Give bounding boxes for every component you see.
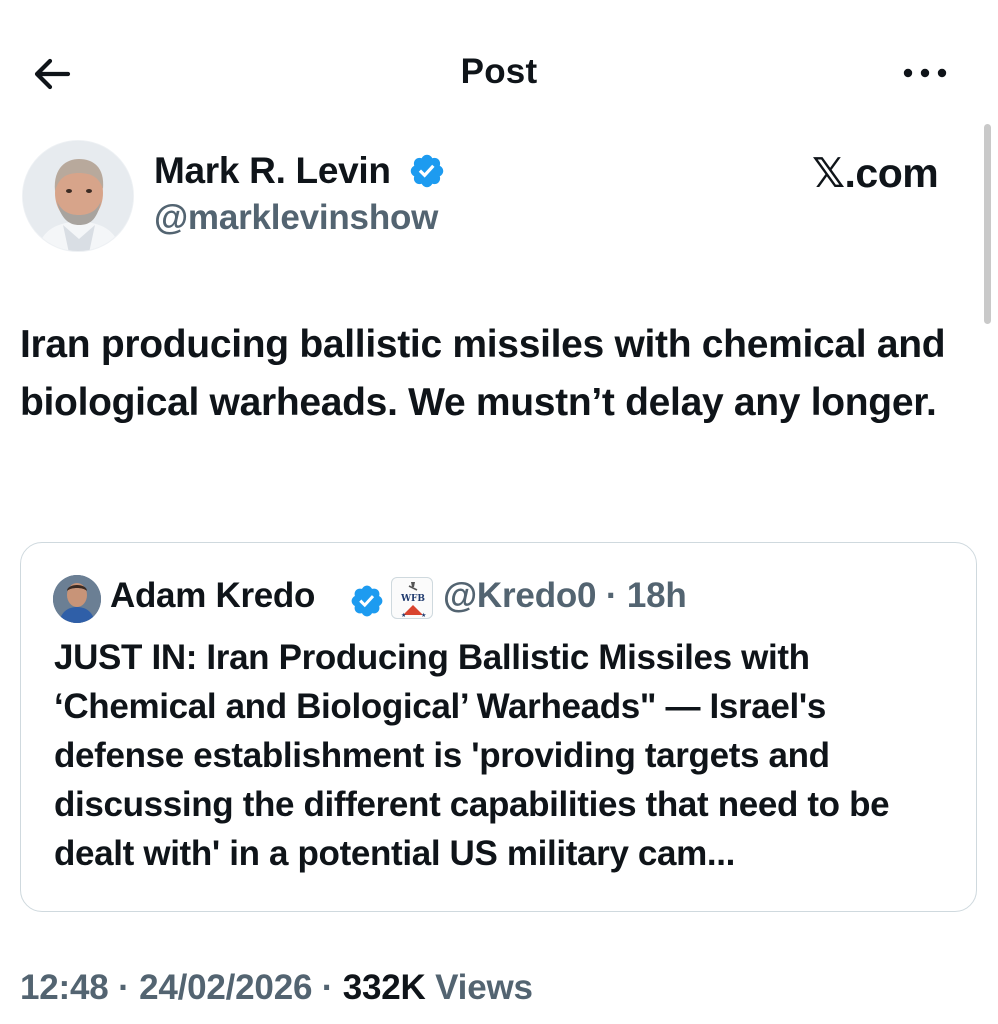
source-domain: 𝕏.com	[812, 150, 939, 196]
page-title: Post	[460, 52, 538, 91]
more-horizontal-icon	[903, 68, 947, 78]
svg-text:★: ★	[401, 612, 406, 619]
quoted-author-avatar[interactable]	[53, 575, 101, 623]
author-name[interactable]: Mark R. Levin	[154, 150, 391, 192]
affiliation-badge[interactable]: WFB ★ ★	[391, 577, 433, 619]
quoted-author-name[interactable]: Adam Kredo	[110, 576, 315, 616]
verified-badge-icon	[410, 154, 444, 188]
quoted-post-text: JUST IN: Iran Producing Ballistic Missil…	[54, 638, 890, 873]
top-bar: Post	[0, 40, 998, 110]
post-time[interactable]: 12:48	[20, 968, 109, 1007]
post-page: Post Mark R. Levin @marklevinshow 𝕏.com …	[0, 0, 998, 1024]
wfb-logo-icon: WFB ★ ★	[400, 582, 426, 619]
profile-photo	[23, 141, 133, 251]
quoted-post-time[interactable]: 18h	[627, 576, 687, 615]
separator-dot: ·	[321, 968, 334, 1007]
views-label: Views	[435, 968, 533, 1007]
views-count: 332K	[342, 968, 426, 1007]
quoted-post-card[interactable]: Adam Kredo WFB ★ ★ @Kredo0 · 18h JUST IN…	[20, 542, 977, 912]
quoted-handle-and-time: @Kredo0 · 18h	[443, 576, 687, 616]
profile-photo	[53, 575, 101, 623]
svg-text:WFB: WFB	[400, 594, 425, 604]
separator-dot: ·	[118, 968, 130, 1007]
verified-badge-icon	[351, 585, 383, 617]
post-text: Iran producing ballistic missiles with c…	[20, 323, 946, 424]
quoted-author-handle[interactable]: @Kredo0	[443, 576, 597, 615]
more-options-button[interactable]	[900, 58, 956, 88]
scrollbar[interactable]	[984, 124, 991, 324]
source-watermark: 𝕏.com	[812, 148, 939, 198]
separator-dot: ·	[605, 576, 618, 615]
svg-text:★: ★	[421, 612, 426, 619]
author-handle[interactable]: @marklevinshow	[154, 198, 438, 238]
author-avatar[interactable]	[22, 140, 134, 252]
post-meta: 12:48 · 24/02/2026 · 332K Views	[20, 968, 533, 1008]
post-date[interactable]: 24/02/2026	[139, 968, 312, 1007]
